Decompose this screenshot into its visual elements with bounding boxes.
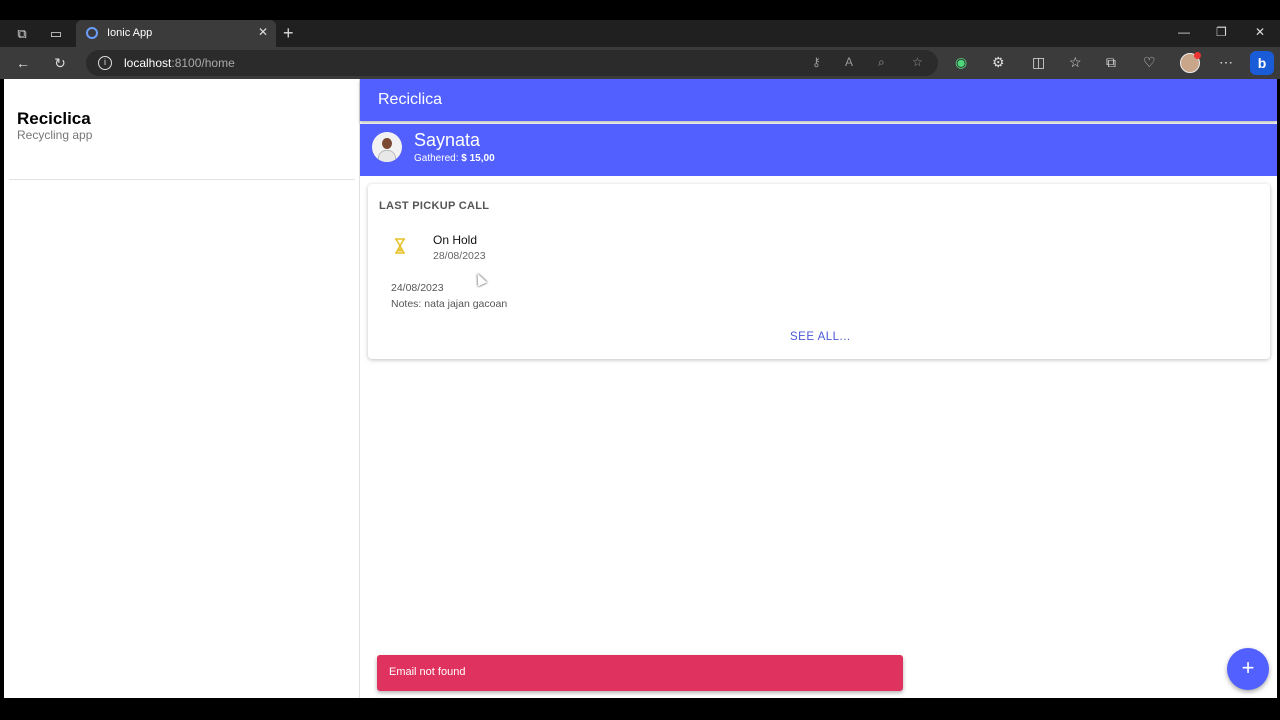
- address-url[interactable]: localhost:8100/home: [124, 56, 235, 70]
- bing-copilot-icon[interactable]: b: [1250, 51, 1274, 75]
- tab-close-icon[interactable]: ✕: [258, 25, 268, 39]
- see-all-button[interactable]: SEE ALL...: [790, 331, 851, 343]
- page-toolbar: Reciclica: [360, 79, 1277, 121]
- reload-button[interactable]: ↻: [51, 54, 69, 72]
- browser-tab-strip: ⧉ ▭ Ionic App ✕ + — ❐ ✕: [0, 20, 1280, 47]
- error-toast: Email not found: [377, 655, 903, 691]
- tab-title: Ionic App: [107, 27, 153, 39]
- collections-icon[interactable]: ⧉: [1106, 54, 1116, 71]
- avatar-body: [378, 150, 396, 162]
- user-avatar: [372, 132, 402, 162]
- extension-circle-icon[interactable]: ◉: [955, 54, 967, 71]
- user-name: Saynata: [414, 130, 481, 150]
- site-info-icon[interactable]: i: [98, 56, 112, 70]
- profile-avatar[interactable]: [1180, 52, 1201, 73]
- home-page: Reciclica Saynata Gathered: $ 15,00 LAST…: [360, 79, 1277, 698]
- browser-tab[interactable]: Ionic App ✕: [76, 20, 276, 47]
- new-tab-button[interactable]: +: [283, 23, 294, 44]
- more-menu-icon[interactable]: ⋯: [1219, 54, 1233, 71]
- ionic-favicon-icon: [86, 27, 98, 39]
- workspaces-icon[interactable]: ⧉: [12, 24, 32, 44]
- favorite-star-icon[interactable]: ☆: [912, 55, 923, 69]
- add-pickup-fab[interactable]: +: [1227, 648, 1269, 690]
- user-summary: Saynata Gathered: $ 15,00: [360, 124, 1277, 176]
- side-menu: Reciclica Recycling app: [4, 79, 360, 698]
- browser-nav-bar: ← ↻ i localhost:8100/home ⚷ A ⌕ ☆ ◉ ⚙ ◫ …: [0, 47, 1280, 79]
- minimize-button[interactable]: —: [1178, 25, 1190, 39]
- pickup-notes: Notes: nata jajan gacoan: [391, 298, 508, 310]
- extensions-icon[interactable]: ⚙: [992, 54, 1005, 71]
- pickup-date: 24/08/2023: [391, 282, 444, 294]
- maximize-button[interactable]: ❐: [1216, 25, 1227, 39]
- menu-divider: [9, 179, 355, 180]
- browser-essentials-icon[interactable]: ♡: [1143, 54, 1156, 71]
- back-button[interactable]: ←: [14, 54, 32, 72]
- last-pickup-card: LAST PICKUP CALL On Hold 28/08/2023 24/0…: [368, 184, 1270, 359]
- card-title: LAST PICKUP CALL: [379, 200, 490, 212]
- hourglass-icon: [395, 238, 405, 254]
- split-screen-icon[interactable]: ◫: [1032, 54, 1045, 71]
- screen-bottom-bar: [0, 698, 1280, 720]
- status-date: 28/08/2023: [433, 250, 486, 262]
- close-window-button[interactable]: ✕: [1255, 25, 1265, 39]
- tab-actions-icon[interactable]: ▭: [46, 24, 66, 44]
- address-bar[interactable]: i localhost:8100/home ⚷ A ⌕ ☆: [86, 50, 938, 76]
- app-viewport: Reciclica Recycling app Reciclica Saynat…: [4, 79, 1277, 698]
- page-title: Reciclica: [378, 91, 443, 108]
- favorites-icon[interactable]: ☆: [1069, 54, 1082, 71]
- gathered-amount: Gathered: $ 15,00: [414, 153, 495, 164]
- notification-dot: [1194, 52, 1201, 59]
- toast-message: Email not found: [389, 666, 466, 678]
- avatar-head: [382, 138, 392, 149]
- menu-title: Reciclica: [17, 109, 91, 128]
- zoom-icon[interactable]: ⌕: [878, 55, 885, 70]
- menu-subtitle: Recycling app: [17, 128, 93, 142]
- password-key-icon[interactable]: ⚷: [812, 55, 821, 69]
- pickup-status: On Hold: [433, 233, 478, 247]
- read-aloud-icon[interactable]: A: [845, 55, 853, 69]
- screen-top-bar: [0, 0, 1280, 20]
